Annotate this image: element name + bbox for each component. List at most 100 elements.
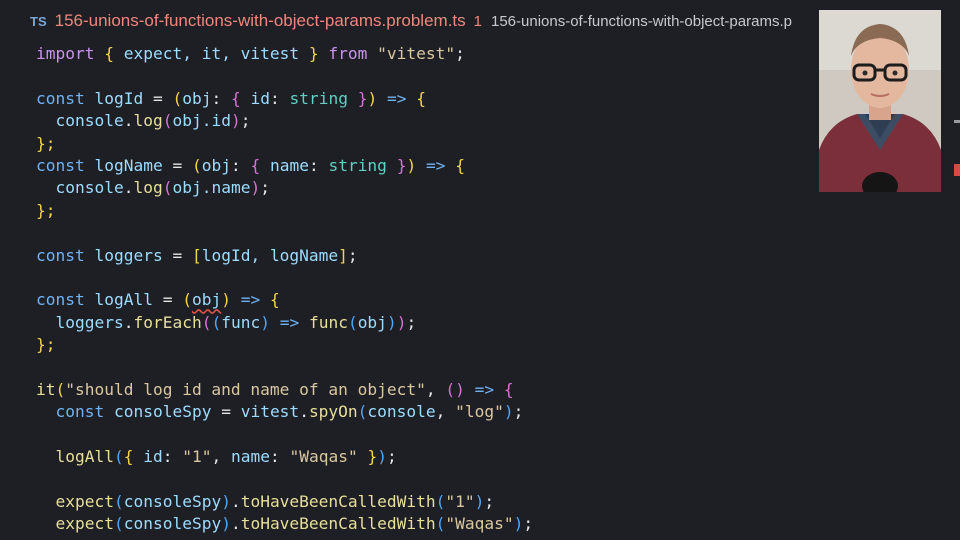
token-paren: ): [230, 111, 241, 131]
token-paren: (: [211, 312, 222, 332]
token-punctuation: :: [308, 155, 319, 175]
token-paren: (: [182, 290, 192, 310]
token-identifier: obj: [182, 88, 212, 108]
token-identifier: consoleSpy: [113, 402, 212, 422]
token-punctuation: .: [299, 402, 309, 422]
token-paren: ): [221, 491, 231, 511]
token-identifier: id: [250, 88, 270, 108]
token-paren: ): [250, 178, 261, 198]
token-function: forEach: [133, 312, 202, 332]
token-identifier: logId: [94, 88, 144, 108]
error-squiggle-identifier[interactable]: obj: [192, 290, 221, 309]
token-paren: (: [357, 402, 368, 422]
code-line: const consoleSpy = vitest.spyOn(console,…: [36, 401, 533, 423]
token-punctuation: ;: [513, 402, 524, 422]
token-keyword: const: [36, 88, 85, 108]
token-punctuation: ;: [406, 312, 417, 332]
token-function: it: [36, 379, 56, 399]
token-paren: ): [503, 402, 514, 422]
token-brace: {: [250, 155, 261, 175]
token-punctuation: :: [269, 447, 280, 467]
code-line: const logId = (obj: { id: string }) => {: [36, 88, 533, 110]
code-line: console.log(obj.name);: [36, 177, 533, 199]
token-identifier: obj.name: [172, 178, 251, 198]
token-brace: };: [36, 200, 56, 220]
token-identifier: console: [55, 111, 124, 131]
code-line: expect(consoleSpy).toHaveBeenCalledWith(…: [36, 491, 533, 513]
token-string: "vitest": [377, 44, 456, 63]
token-string: "1": [182, 447, 212, 467]
code-line: };: [36, 200, 533, 222]
token-paren: ): [513, 514, 524, 534]
editor-tab-bar: TS 156-unions-of-functions-with-object-p…: [0, 0, 960, 42]
token-punctuation: .: [230, 514, 241, 534]
token-bracket: ]: [338, 245, 348, 265]
overview-ruler-marker: [954, 120, 960, 123]
overview-ruler-error-marker[interactable]: [954, 164, 960, 176]
presenter-avatar-icon: [819, 10, 941, 192]
typescript-file-icon: TS: [30, 13, 47, 29]
token-brace: {: [416, 88, 426, 108]
code-line: };: [36, 133, 533, 155]
token-keyword: const: [36, 245, 85, 265]
token-identifier: expect, it, vitest: [123, 44, 300, 63]
token-paren: ): [221, 514, 231, 534]
token-brace: }: [308, 44, 319, 63]
token-paren: (: [435, 491, 446, 511]
token-function: toHaveBeenCalledWith: [240, 514, 436, 534]
token-identifier: func: [221, 312, 261, 332]
token-string: "log": [455, 402, 504, 422]
token-bracket: [: [191, 245, 202, 265]
token-operator: =: [172, 155, 183, 175]
token-brace: {: [455, 155, 465, 175]
token-paren: (: [172, 88, 183, 108]
code-area[interactable]: import { expect, it, vitest } from "vite…: [36, 43, 533, 536]
token-punctuation: :: [269, 88, 280, 108]
token-string: "Waqas": [289, 447, 358, 467]
code-line: const logName = (obj: { name: string }) …: [36, 155, 533, 177]
token-identifier: logAll: [94, 290, 153, 310]
token-punctuation: ;: [455, 44, 465, 63]
tab-active-file[interactable]: 156-unions-of-functions-with-object-para…: [55, 11, 466, 31]
token-function: func: [308, 312, 348, 332]
token-identifier: obj.id: [172, 111, 231, 131]
token-function: log: [133, 178, 163, 198]
token-arrow: =>: [279, 312, 300, 332]
token-brace: {: [503, 379, 514, 399]
code-line: loggers.forEach((func) => func(obj));: [36, 312, 533, 334]
code-editor[interactable]: TS 156-unions-of-functions-with-object-p…: [0, 0, 960, 540]
token-paren: ): [367, 88, 378, 108]
code-line: it("should log id and name of an object"…: [36, 379, 533, 401]
token-function: spyOn: [308, 402, 358, 422]
token-paren: ): [386, 312, 397, 332]
code-line: const logAll = (obj) => {: [36, 289, 533, 311]
token-brace: };: [36, 335, 56, 355]
token-keyword: const: [36, 290, 85, 310]
token-brace: {: [104, 44, 114, 63]
code-line: };: [36, 334, 533, 356]
token-identifier: name: [269, 155, 309, 175]
code-line: import { expect, it, vitest } from "vite…: [36, 43, 533, 65]
token-string: "should log id and name of an object": [65, 379, 426, 399]
token-identifier: logName: [94, 155, 163, 175]
token-paren: (: [55, 379, 66, 399]
token-operator: =: [162, 290, 173, 310]
token-keyword: from: [328, 44, 368, 63]
code-line: console.log(obj.id);: [36, 110, 533, 132]
token-punctuation: :: [230, 155, 241, 175]
token-identifier: console: [367, 402, 436, 422]
token-paren: ): [406, 155, 417, 175]
token-paren: (: [347, 312, 358, 332]
token-paren: (: [435, 514, 446, 534]
token-brace: }: [367, 447, 378, 467]
token-paren: ): [377, 447, 387, 467]
token-paren: (: [191, 155, 202, 175]
token-identifier: id: [143, 447, 163, 467]
token-arrow: =>: [474, 379, 495, 399]
tab-second-file[interactable]: 156-unions-of-functions-with-object-para…: [491, 13, 792, 30]
token-punctuation: ,: [211, 447, 222, 467]
code-line: logAll({ id: "1", name: "Waqas" });: [36, 446, 533, 468]
